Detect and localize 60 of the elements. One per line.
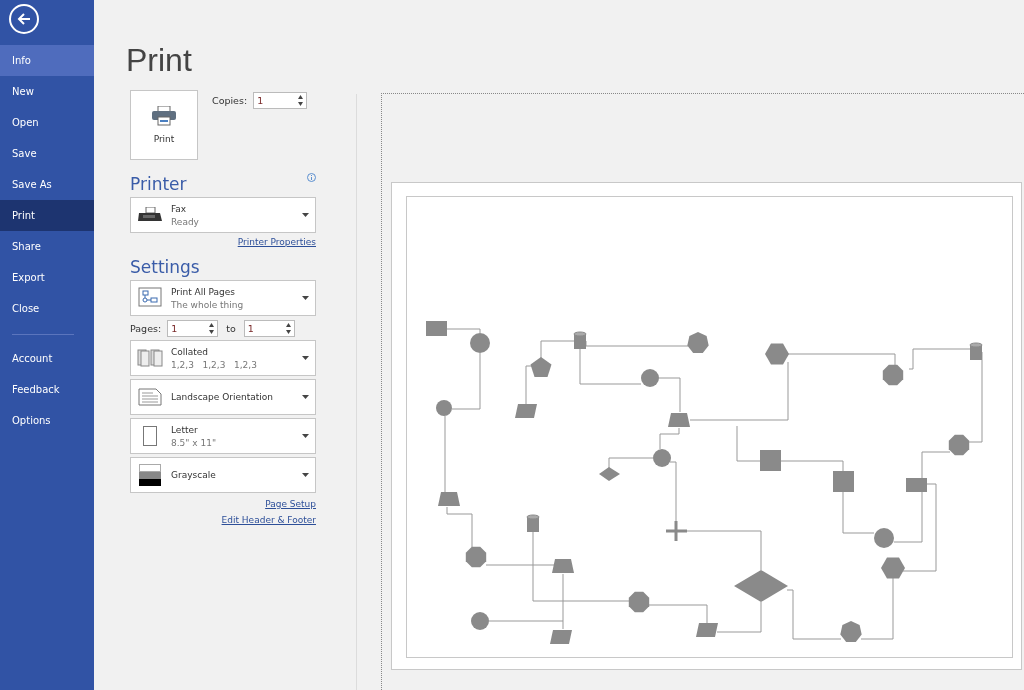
sidebar-item[interactable]: Info	[0, 45, 94, 76]
settings-dropdown[interactable]: Landscape Orientation	[130, 379, 316, 415]
pages-icon	[138, 287, 162, 309]
option-title: Grayscale	[171, 470, 217, 480]
settings-link[interactable]: Page Setup	[265, 499, 316, 509]
dropdown-caret-icon	[302, 296, 309, 300]
spin-arrows-icon[interactable]	[285, 323, 291, 334]
back-button[interactable]	[9, 4, 39, 34]
option-title: Letter	[171, 424, 199, 435]
printer-status: Ready	[171, 216, 200, 227]
settings-dropdown[interactable]: Collated 1,2,3 1,2,3 1,2,3	[130, 340, 316, 376]
pages-label: Pages:	[130, 323, 162, 334]
sidebar-item[interactable]: New	[0, 76, 94, 107]
settings-dropdown[interactable]: Grayscale	[130, 457, 316, 493]
option-subtitle: 8.5" x 11"	[171, 437, 218, 448]
copies-field[interactable]: 1	[253, 92, 308, 109]
sidebar-item[interactable]: Account	[0, 343, 94, 374]
sidebar-item[interactable]: Save As	[0, 169, 94, 200]
printer-properties-link[interactable]: Printer Properties	[237, 237, 316, 247]
landscape-page-icon	[138, 388, 162, 406]
dropdown-caret-icon	[302, 395, 309, 399]
dropdown-caret-icon	[302, 356, 309, 360]
page-to-field[interactable]: 1	[243, 320, 295, 337]
dropdown-caret-icon	[302, 473, 309, 477]
to-label: to	[226, 323, 236, 334]
sidebar-item[interactable]: Open	[0, 107, 94, 138]
copies-label: Copies:	[212, 95, 248, 106]
paper-size-icon	[143, 426, 157, 446]
page-from-field[interactable]: 1	[167, 320, 219, 337]
settings-heading: Settings	[130, 257, 200, 277]
printer-dropdown[interactable]: Fax Ready	[130, 197, 316, 233]
sidebar-item[interactable]: Export	[0, 262, 94, 293]
collated-pages-icon	[137, 349, 163, 367]
sidebar-item[interactable]: Close	[0, 293, 94, 324]
dropdown-caret-icon	[302, 434, 309, 438]
option-subtitle: The whole thing	[171, 299, 245, 310]
fax-machine-icon	[138, 207, 162, 223]
sidebar-item[interactable]: Print	[0, 200, 94, 231]
settings-dropdown[interactable]: Letter 8.5" x 11"	[130, 418, 316, 454]
sidebar-item[interactable]: Options	[0, 405, 94, 436]
printer-heading: Printer	[130, 174, 187, 194]
dropdown-caret-icon	[302, 213, 309, 217]
sidebar-item[interactable]: Feedback	[0, 374, 94, 405]
info-icon[interactable]	[307, 172, 316, 182]
back-arrow-icon	[17, 13, 31, 25]
sidebar-item[interactable]: Save	[0, 138, 94, 169]
settings-dropdown[interactable]: Print All Pages The whole thing	[130, 280, 316, 316]
option-title: Landscape Orientation	[171, 392, 275, 402]
option-title: Print All Pages	[171, 286, 237, 297]
printer-name: Fax	[171, 203, 188, 214]
spin-arrows-icon[interactable]	[209, 323, 215, 334]
settings-link[interactable]: Edit Header & Footer	[221, 515, 316, 525]
option-subtitle: 1,2,3 1,2,3 1,2,3	[171, 359, 258, 370]
spin-arrows-icon[interactable]	[298, 95, 304, 106]
option-title: Collated	[171, 346, 210, 357]
page-title: Print	[126, 42, 193, 80]
printer-icon	[152, 106, 176, 126]
sidebar-item[interactable]: Share	[0, 231, 94, 262]
print-button[interactable]: Print	[130, 90, 198, 160]
grayscale-icon	[139, 464, 161, 486]
